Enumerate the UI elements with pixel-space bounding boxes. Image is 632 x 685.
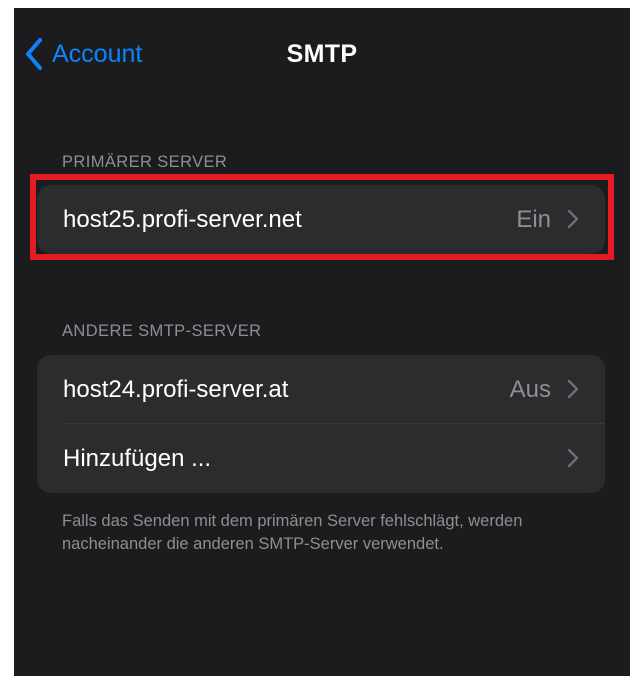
- add-server-row[interactable]: Hinzufügen ...: [37, 424, 605, 493]
- primary-server-label: host25.profi-server.net: [63, 205, 302, 233]
- chevron-right-icon: [567, 448, 579, 468]
- other-server-status: Aus: [509, 375, 551, 403]
- primary-server-group: host25.profi-server.net Ein: [37, 185, 605, 254]
- other-servers-group: host24.profi-server.at Aus Hinzufügen ..…: [37, 355, 605, 493]
- section-footer-note: Falls das Senden mit dem primären Server…: [62, 512, 523, 553]
- add-server-label: Hinzufügen ...: [63, 444, 212, 472]
- chevron-right-icon: [567, 209, 579, 229]
- primary-server-status: Ein: [516, 205, 551, 233]
- primary-server-row[interactable]: host25.profi-server.net Ein: [37, 185, 605, 254]
- section-header-other-servers: ANDERE SMTP-SERVER: [62, 322, 262, 340]
- section-header-primary-server: PRIMÄRER SERVER: [62, 153, 228, 171]
- chevron-right-icon: [567, 379, 579, 399]
- navigation-bar: Account SMTP: [14, 8, 630, 98]
- other-server-label: host24.profi-server.at: [63, 375, 289, 403]
- page-title: SMTP: [286, 40, 358, 68]
- other-server-row[interactable]: host24.profi-server.at Aus: [37, 355, 605, 424]
- smtp-settings-screen: Account SMTP PRIMÄRER SERVER host25.prof…: [14, 8, 630, 676]
